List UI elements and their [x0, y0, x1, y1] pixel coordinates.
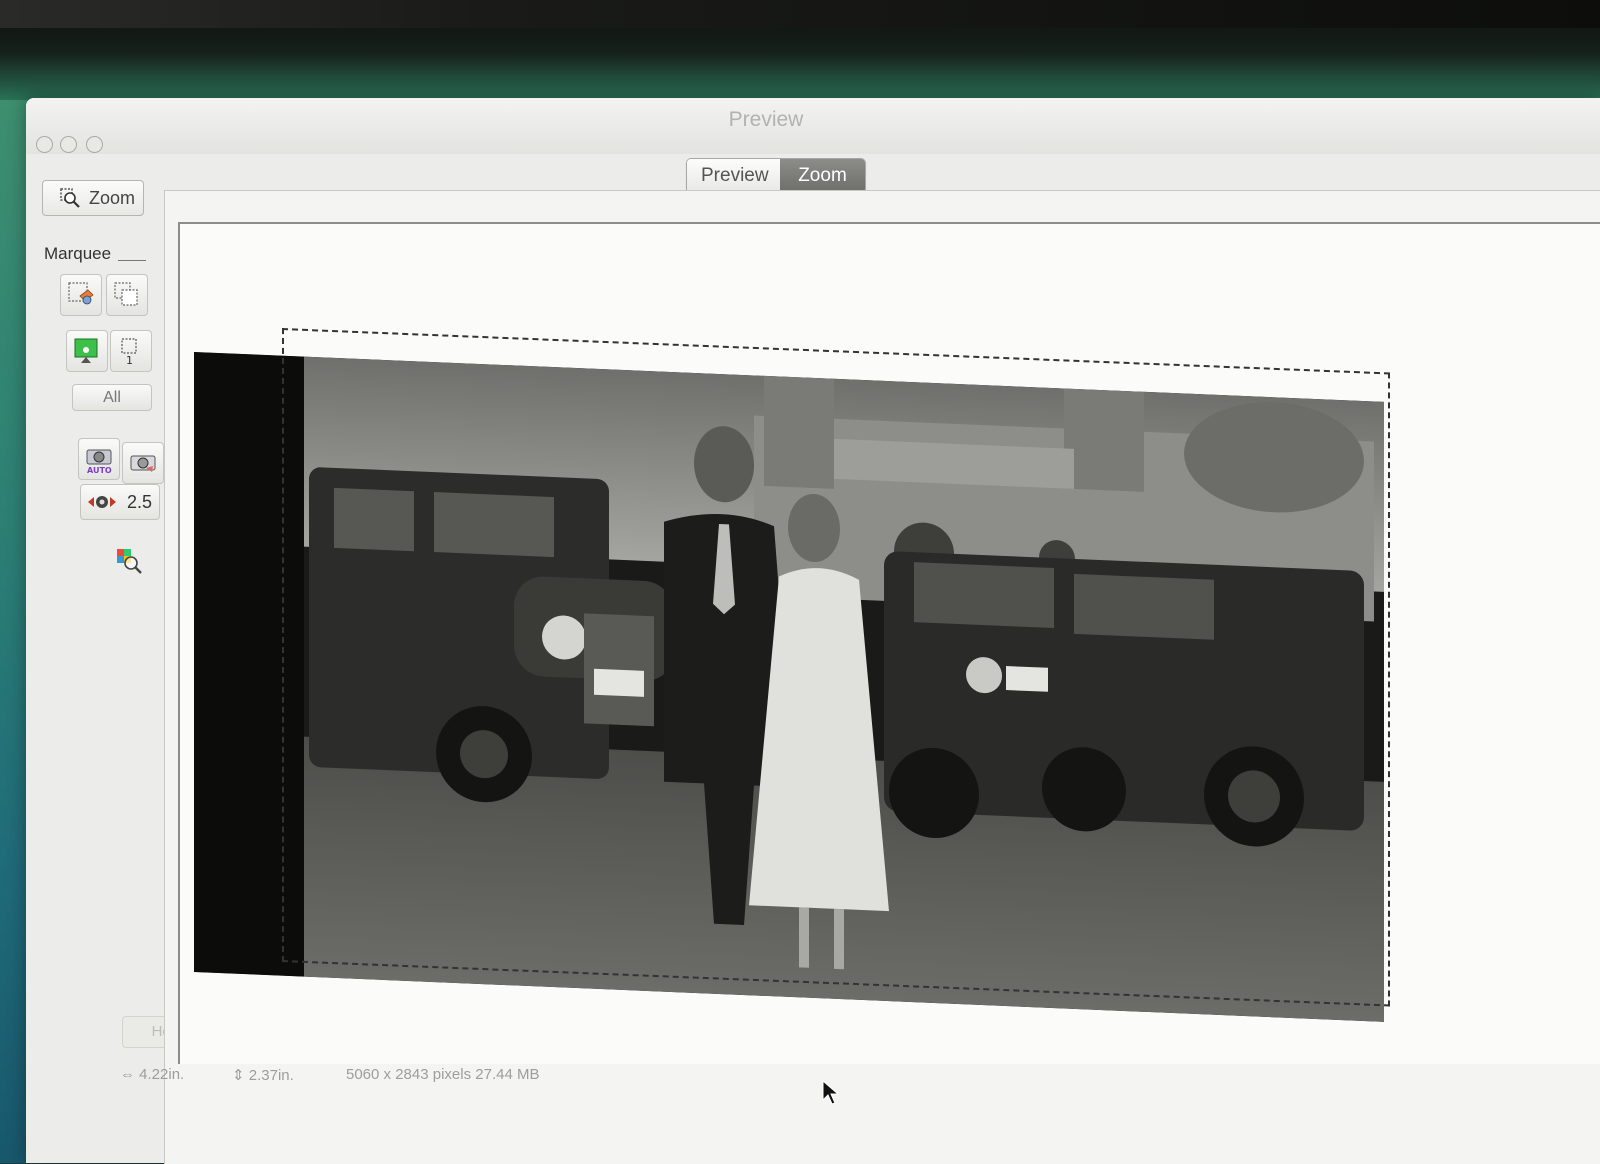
- zoom-button-label: Zoom: [89, 187, 136, 208]
- mouse-cursor-icon: [822, 1080, 840, 1105]
- auto-exposure-button[interactable]: AUTO: [78, 438, 120, 480]
- marquee-select-button[interactable]: 1: [110, 330, 152, 372]
- status-width: ⇔ 4.22in.: [120, 1066, 185, 1083]
- desktop-menubar-edge: [0, 0, 1600, 28]
- exposure-control[interactable]: 2.5: [80, 484, 160, 520]
- zoom-button[interactable]: Zoom: [42, 180, 144, 216]
- auto-exposure-camera-icon: AUTO: [86, 449, 112, 474]
- tab-zoom[interactable]: Zoom: [780, 159, 865, 193]
- marquee-duplicate-icon: [114, 282, 138, 306]
- minimize-window-button[interactable]: [60, 136, 77, 153]
- window-title: Preview: [728, 108, 804, 131]
- scanned-photo: [194, 352, 1384, 1022]
- manual-exposure-button[interactable]: [122, 442, 164, 484]
- title-bar: Preview: [26, 98, 1600, 154]
- tab-preview[interactable]: Preview: [687, 159, 780, 193]
- mode-segmented-control: Preview Zoom: [686, 158, 866, 194]
- marquee-duplicate-button[interactable]: [106, 274, 148, 316]
- marquee-divider: [118, 260, 146, 261]
- marquee-image-button[interactable]: [66, 330, 108, 372]
- marquee-select-icon: 1: [121, 338, 137, 366]
- select-all-button[interactable]: All: [72, 384, 152, 411]
- marquee-image-icon: [74, 338, 98, 363]
- marquee-auto-detect-button[interactable]: [60, 274, 102, 316]
- status-size: 5060 x 2843 pixels 27.44 MB: [346, 1066, 540, 1083]
- zoom-window-button[interactable]: [86, 136, 103, 153]
- target-icon: [88, 496, 116, 508]
- color-sample-magnifier-icon: [117, 549, 142, 574]
- status-height: ⇕ 2.37in.: [232, 1067, 294, 1084]
- status-height-value: 2.37in.: [248, 1067, 294, 1084]
- marquee-auto-detect-icon: [68, 282, 94, 305]
- manual-exposure-camera-icon: [130, 455, 156, 472]
- exposure-value: 2.5: [127, 491, 153, 512]
- status-width-value: 4.22in.: [139, 1066, 185, 1083]
- marquee-label: Marquee: [44, 244, 112, 263]
- auto-label: AUTO: [87, 466, 112, 474]
- color-sample-button[interactable]: [108, 540, 150, 582]
- magnifier-icon: [60, 188, 80, 208]
- marquee-count: 1: [126, 354, 133, 366]
- close-window-button[interactable]: [36, 136, 53, 153]
